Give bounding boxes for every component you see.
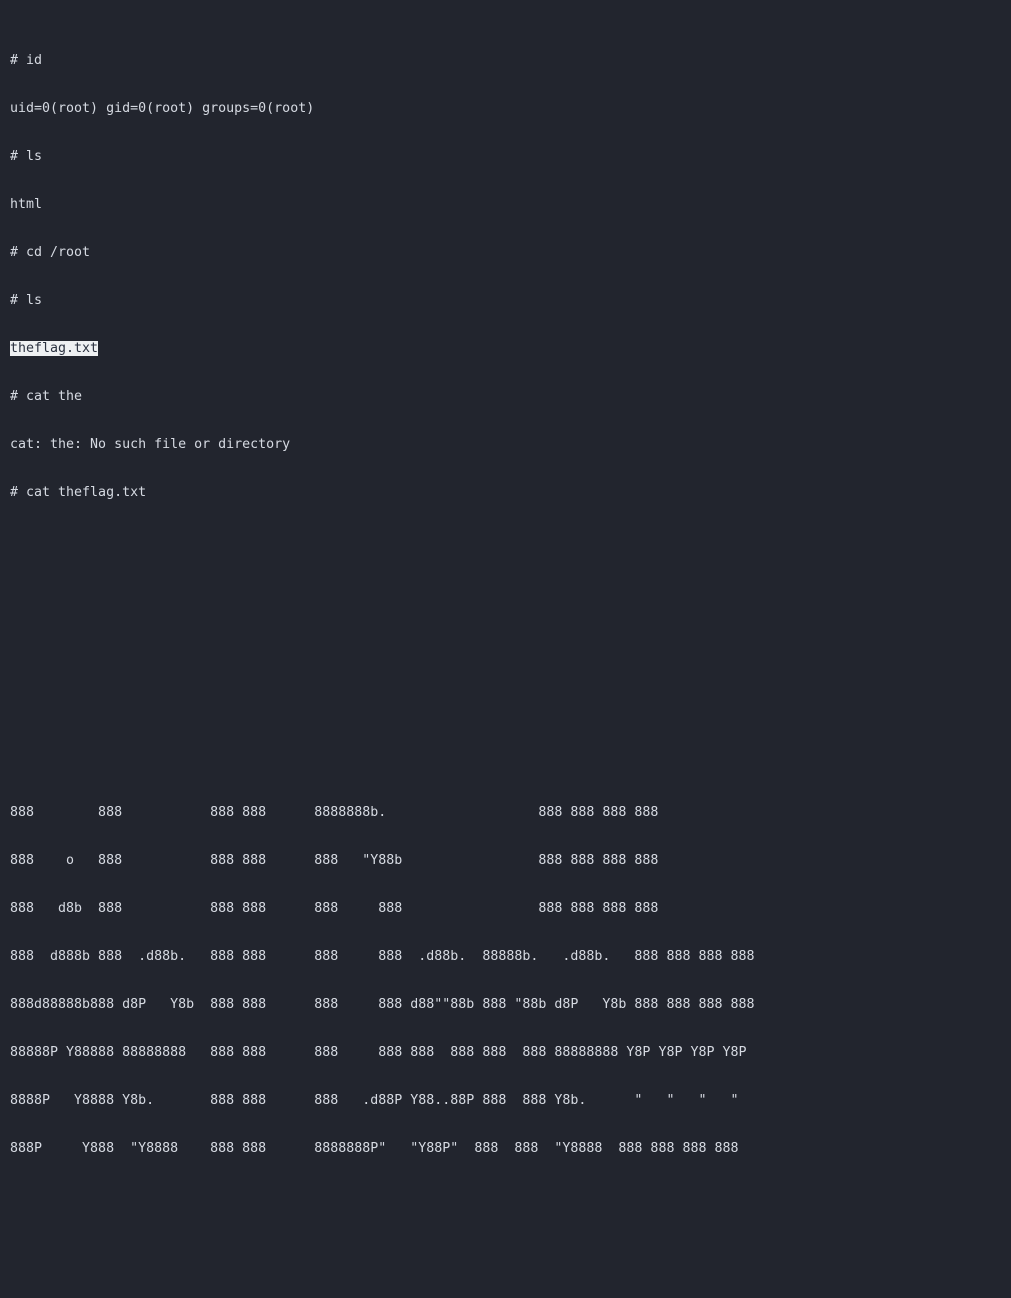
ascii-banner-line-4: 888 d888b 888 .d88b. 888 888 888 888 .d8… xyxy=(10,949,755,964)
command-line-cat-theflag: # cat theflag.txt xyxy=(10,485,147,500)
spacer-4 xyxy=(10,693,1011,709)
terminal-window[interactable]: # id uid=0(root) gid=0(root) groups=0(ro… xyxy=(0,0,1011,1156)
command-line-cd-root: # cd /root xyxy=(10,245,91,260)
spacer-1 xyxy=(10,549,1011,565)
command-line-ls-1: # ls xyxy=(10,149,43,164)
spacer-7 xyxy=(10,1253,1011,1269)
ascii-banner-line-5: 888d88888b888 d8P Y8b 888 888 888 888 d8… xyxy=(10,997,755,1012)
ascii-banner-line-2: 888 o 888 888 888 888 "Y88b 888 888 888 … xyxy=(10,853,659,868)
spacer-5 xyxy=(10,741,1011,757)
ascii-banner-line-8: 888P Y888 "Y8888 888 888 8888888P" "Y88P… xyxy=(10,1141,739,1156)
selected-text[interactable]: theflag.txt xyxy=(10,341,99,356)
ascii-banner-line-6: 88888P Y88888 88888888 888 888 888 888 8… xyxy=(10,1045,747,1060)
spacer-2 xyxy=(10,597,1011,613)
output-line-uid: uid=0(root) gid=0(root) groups=0(root) xyxy=(10,101,315,116)
ascii-banner-line-7: 8888P Y8888 Y8b. 888 888 888 .d88P Y88..… xyxy=(10,1093,747,1108)
spacer-6 xyxy=(10,1205,1011,1221)
spacer-3 xyxy=(10,645,1011,661)
ascii-banner-line-1: 888 888 888 888 8888888b. 888 888 888 88… xyxy=(10,805,659,820)
command-line-id: # id xyxy=(10,53,43,68)
command-line-cat-the: # cat the xyxy=(10,389,83,404)
output-line-theflag-selected[interactable]: theflag.txt xyxy=(10,341,1011,357)
output-line-html: html xyxy=(10,197,43,212)
terminal-screen[interactable]: # id uid=0(root) gid=0(root) groups=0(ro… xyxy=(10,5,1011,1156)
ascii-banner-line-3: 888 d8b 888 888 888 888 888 888 888 888 … xyxy=(10,901,659,916)
output-line-cat-error: cat: the: No such file or directory xyxy=(10,437,291,452)
command-line-ls-2: # ls xyxy=(10,293,43,308)
